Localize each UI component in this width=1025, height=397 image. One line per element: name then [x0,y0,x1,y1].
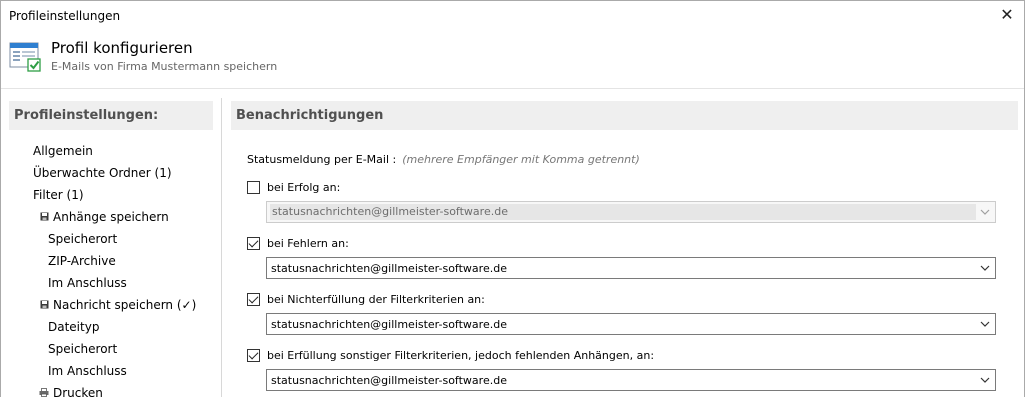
tree-item-ueberwachte-ordner[interactable]: Überwachte Ordner (1) [9,162,213,184]
panel-divider [221,98,222,397]
checkbox-label: bei Erfolg an: [267,180,341,194]
combo-value: statusnachrichten@gillmeister-software.d… [271,374,507,387]
chevron-down-icon[interactable] [975,202,995,222]
tree-item-label: Drucken [53,386,103,397]
close-icon[interactable]: ✕ [996,5,1018,27]
header-divider [1,88,1024,89]
save-icon [39,296,49,318]
tree-item-label: Allgemein [33,144,93,158]
tree-item-nachricht-speichern[interactable]: Nachricht speichern (✓) [9,294,213,316]
tree-item-allgemein[interactable]: Allgemein [9,140,213,162]
tree-item-im-anschluss[interactable]: Im Anschluss [9,272,213,294]
right-panel-title: Benachrichtigungen [231,101,1018,130]
tree-item-speicherort[interactable]: Speicherort [9,338,213,360]
dialog-title: Profil konfigurieren [51,39,193,57]
tree-item-anhaenge-speichern[interactable]: Anhänge speichern [9,206,213,228]
settings-tree: Allgemein Überwachte Ordner (1) Filter (… [9,140,213,397]
save-icon [39,208,49,230]
tree-item-zip-archive[interactable]: ZIP-Archive [9,250,213,272]
combo-value: statusnachrichten@gillmeister-software.d… [270,204,976,220]
status-email-label: Statusmeldung per E-Mail : (mehrere Empfä… [247,153,640,166]
tree-item-filter[interactable]: Filter (1) [9,184,213,206]
status-label: Statusmeldung per E-Mail : [247,153,397,166]
tree-item-dateityp[interactable]: Dateityp [9,316,213,338]
tree-item-drucken[interactable]: Drucken [9,382,213,397]
option-nichterfuellung[interactable]: bei Nichterfüllung der Filterkriterien a… [247,291,485,307]
checkbox-fehler[interactable] [247,236,260,250]
email-combo-fehlende-anhaenge[interactable]: statusnachrichten@gillmeister-software.d… [266,369,996,391]
profile-settings-window: Profileinstellungen ✕ Profil konfigurier… [0,0,1025,397]
chevron-down-icon[interactable] [975,258,995,278]
chevron-down-icon[interactable] [975,370,995,390]
tree-item-label: Speicherort [48,232,118,246]
checkbox-nichterfuellung[interactable] [247,292,260,306]
checkbox-erfolg[interactable] [247,180,260,194]
tree-item-label: Dateityp [48,320,100,334]
left-panel: Profileinstellungen: Allgemein Überwacht… [9,101,213,397]
right-panel: Benachrichtigungen Statusmeldung per E-M… [231,101,1018,397]
checkbox-label: bei Nichterfüllung der Filterkriterien a… [267,292,485,306]
option-fehler[interactable]: bei Fehlern an: [247,235,349,251]
checkbox-fehlende-anhaenge[interactable] [247,348,260,362]
window-title: Profileinstellungen [9,9,121,23]
email-combo-fehler[interactable]: statusnachrichten@gillmeister-software.d… [266,257,996,279]
tree-item-label: ZIP-Archive [48,254,116,268]
tree-item-label: Filter (1) [33,188,84,202]
option-erfolg[interactable]: bei Erfolg an: [247,179,340,195]
tree-item-label: Anhänge speichern [53,210,169,224]
dialog-header: Profil konfigurieren E-Mails von Firma M… [1,33,1024,83]
combo-value: statusnachrichten@gillmeister-software.d… [271,262,507,275]
tree-item-label: Im Anschluss [48,364,127,378]
tree-item-speicherort[interactable]: Speicherort [9,228,213,250]
tree-item-label: Speicherort [48,342,118,356]
chevron-down-icon[interactable] [975,314,995,334]
tree-item-label: Nachricht speichern (✓) [53,298,197,312]
combo-value: statusnachrichten@gillmeister-software.d… [271,318,507,331]
title-bar: Profileinstellungen ✕ [1,1,1024,31]
dialog-subtitle: E-Mails von Firma Mustermann speichern [51,60,278,73]
tree-item-im-anschluss[interactable]: Im Anschluss [9,360,213,382]
profile-settings-icon [9,40,42,73]
status-hint: (mehrere Empfänger mit Komma getrennt) [402,153,640,166]
left-panel-title: Profileinstellungen: [9,101,213,130]
tree-item-label: Überwachte Ordner (1) [33,166,172,180]
email-combo-nichterfuellung[interactable]: statusnachrichten@gillmeister-software.d… [266,313,996,335]
option-fehlende-anhaenge[interactable]: bei Erfüllung sonstiger Filterkriterien,… [247,347,654,363]
printer-icon [39,384,49,397]
tree-item-label: Im Anschluss [48,276,127,290]
checkbox-label: bei Erfüllung sonstiger Filterkriterien,… [267,348,655,362]
email-combo-erfolg[interactable]: statusnachrichten@gillmeister-software.d… [266,201,996,223]
checkbox-label: bei Fehlern an: [267,236,349,250]
